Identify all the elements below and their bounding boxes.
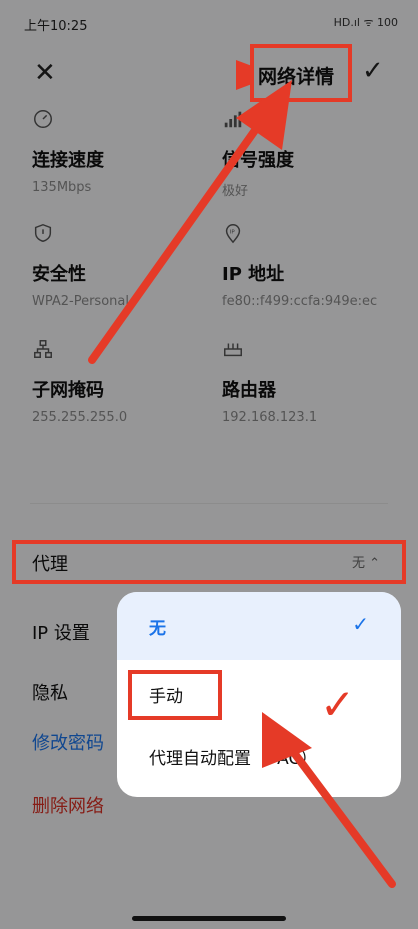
home-indicator[interactable]: [132, 916, 286, 921]
arrow-to-manual-head: [262, 712, 312, 768]
arrow-title-tail: [236, 60, 252, 90]
annotation-arrows: [88, 60, 396, 888]
arrow-to-manual-line: [282, 738, 396, 888]
arrow-to-title-line: [88, 108, 272, 364]
